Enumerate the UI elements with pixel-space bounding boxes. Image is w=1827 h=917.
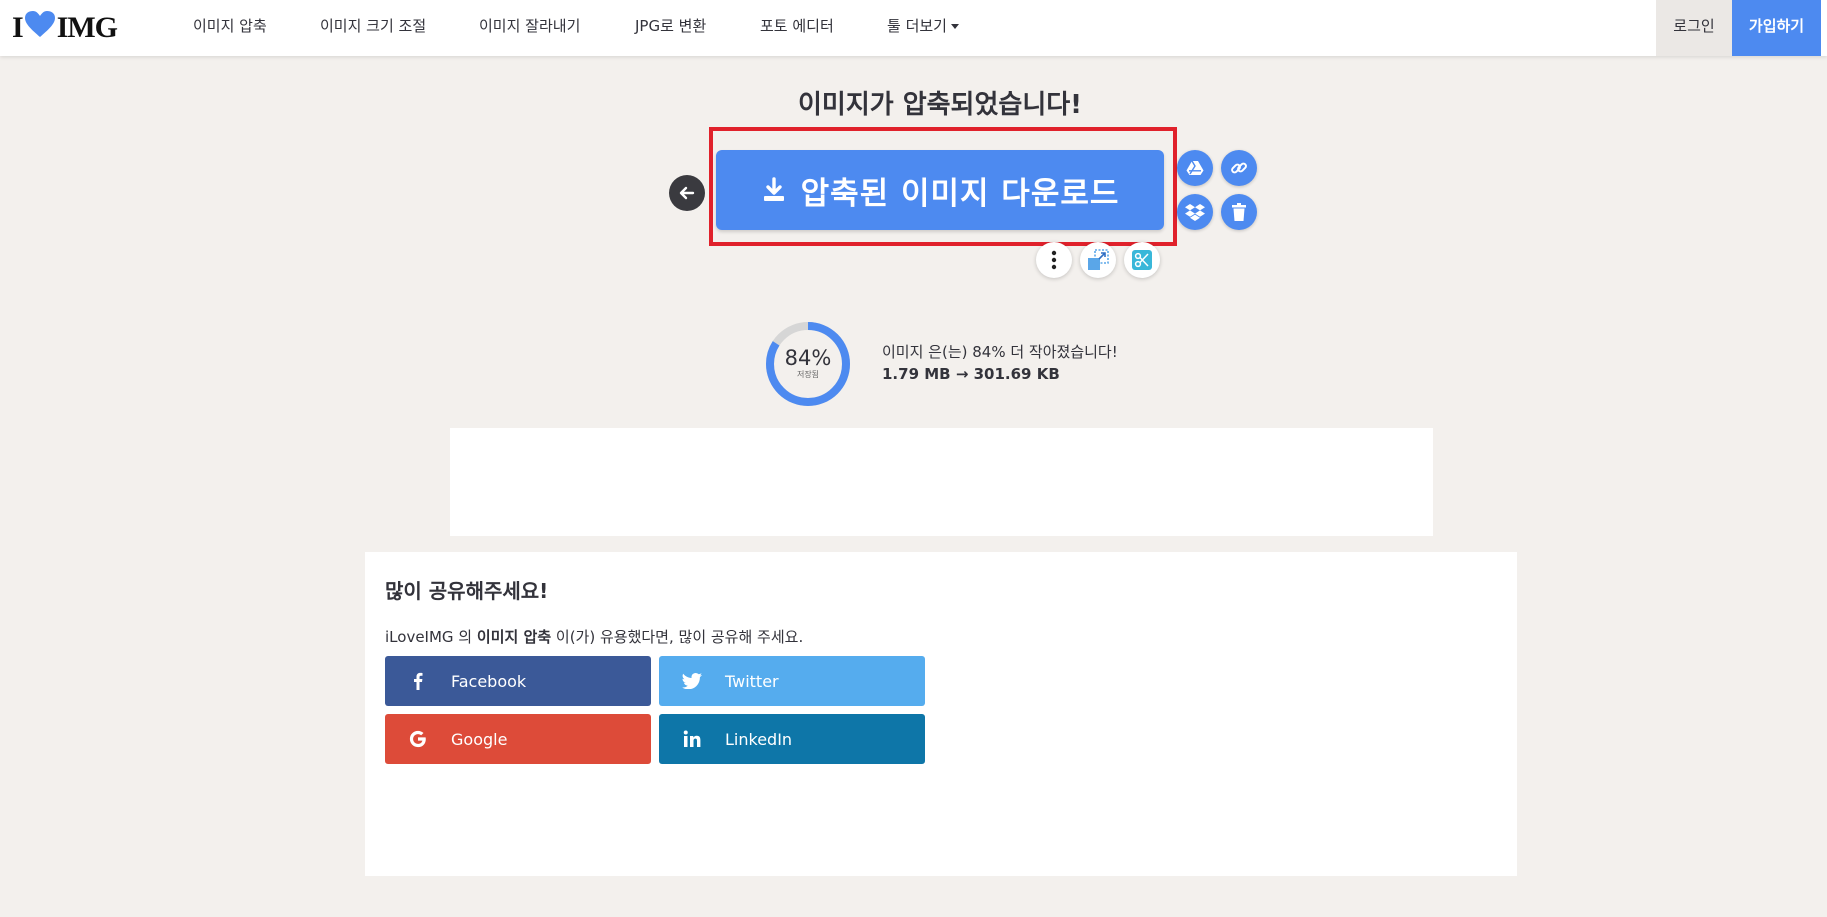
- link-icon: [1231, 162, 1247, 174]
- percent-saved: 84%: [784, 346, 832, 370]
- nav-item-resize[interactable]: 이미지 크기 조절: [320, 0, 426, 56]
- signup-button[interactable]: 가입하기: [1732, 0, 1821, 56]
- nav-item-more-tools[interactable]: 툴 더보기: [887, 0, 959, 56]
- nav-item-photo-editor[interactable]: 포토 에디터: [760, 0, 834, 56]
- twitter-share-button[interactable]: Twitter: [659, 656, 925, 706]
- share-title: 많이 공유해주세요!: [385, 579, 549, 603]
- linkedin-icon: [659, 730, 725, 748]
- google-icon: [385, 730, 451, 748]
- download-icon: [763, 177, 784, 201]
- back-button[interactable]: [669, 175, 705, 211]
- facebook-share-button[interactable]: Facebook: [385, 656, 651, 706]
- page-title: 이미지가 압축되었습니다!: [797, 90, 1083, 120]
- download-button[interactable]: 압축된 이미지 다운로드: [716, 150, 1164, 230]
- ad-placeholder: [450, 428, 1433, 536]
- top-navigation-bar: I IMG 이미지 압축 이미지 크기 조절 이미지 잘라내기 JPG로 변환 …: [0, 0, 1827, 56]
- savings-ring-text: 84% 저장됨: [764, 346, 852, 380]
- share-desc-tool: 이미지 압축: [476, 628, 552, 646]
- caret-down-icon: [950, 24, 959, 29]
- login-button[interactable]: 로그인: [1656, 0, 1732, 56]
- dropbox-button[interactable]: [1177, 194, 1213, 230]
- delete-button[interactable]: [1221, 194, 1257, 230]
- logo[interactable]: I IMG: [12, 10, 118, 46]
- nav-item-convert-jpg[interactable]: JPG로 변환: [635, 0, 706, 56]
- twitter-icon: [659, 673, 725, 689]
- share-desc-suffix: 이(가) 유용했다면, 많이 공유해 주세요.: [555, 628, 804, 646]
- compression-summary: 이미지 은(는) 84% 더 작아졌습니다!: [882, 343, 1118, 361]
- download-label: 압축된 이미지 다운로드: [800, 175, 1120, 212]
- share-desc-prefix: iLoveIMG 의: [385, 628, 473, 646]
- saved-label: 저장됨: [796, 370, 820, 379]
- share-description: iLoveIMG 의 이미지 압축 이(가) 유용했다면, 많이 공유해 주세요…: [385, 626, 803, 647]
- share-link-button[interactable]: [1221, 150, 1257, 186]
- facebook-icon: [385, 672, 451, 690]
- logo-text-right: IMG: [56, 11, 118, 44]
- google-label: Google: [451, 729, 508, 749]
- linkedin-share-button[interactable]: LinkedIn: [659, 714, 925, 764]
- resize-tool-button[interactable]: [1080, 242, 1116, 278]
- facebook-label: Facebook: [451, 671, 527, 691]
- google-drive-icon: [1186, 160, 1204, 175]
- linkedin-label: LinkedIn: [725, 729, 793, 749]
- twitter-label: Twitter: [725, 671, 779, 691]
- trash-icon: [1232, 203, 1246, 221]
- logo-text-left: I: [12, 11, 24, 44]
- more-tools-label: 툴 더보기: [887, 17, 947, 35]
- heart-icon: [24, 10, 56, 46]
- crop-icon: [1132, 250, 1152, 270]
- nav-item-compress[interactable]: 이미지 압축: [193, 0, 267, 56]
- crop-tool-button[interactable]: [1124, 242, 1160, 278]
- nav-item-crop[interactable]: 이미지 잘라내기: [479, 0, 580, 56]
- google-share-button[interactable]: Google: [385, 714, 651, 764]
- resize-icon: [1088, 249, 1109, 270]
- file-sizes: 1.79 MB → 301.69 KB: [882, 365, 1060, 383]
- more-icon: [1051, 250, 1057, 270]
- more-options-button[interactable]: [1036, 242, 1072, 278]
- google-drive-button[interactable]: [1177, 150, 1213, 186]
- dropbox-icon: [1185, 204, 1205, 221]
- arrow-left-icon: [679, 186, 695, 200]
